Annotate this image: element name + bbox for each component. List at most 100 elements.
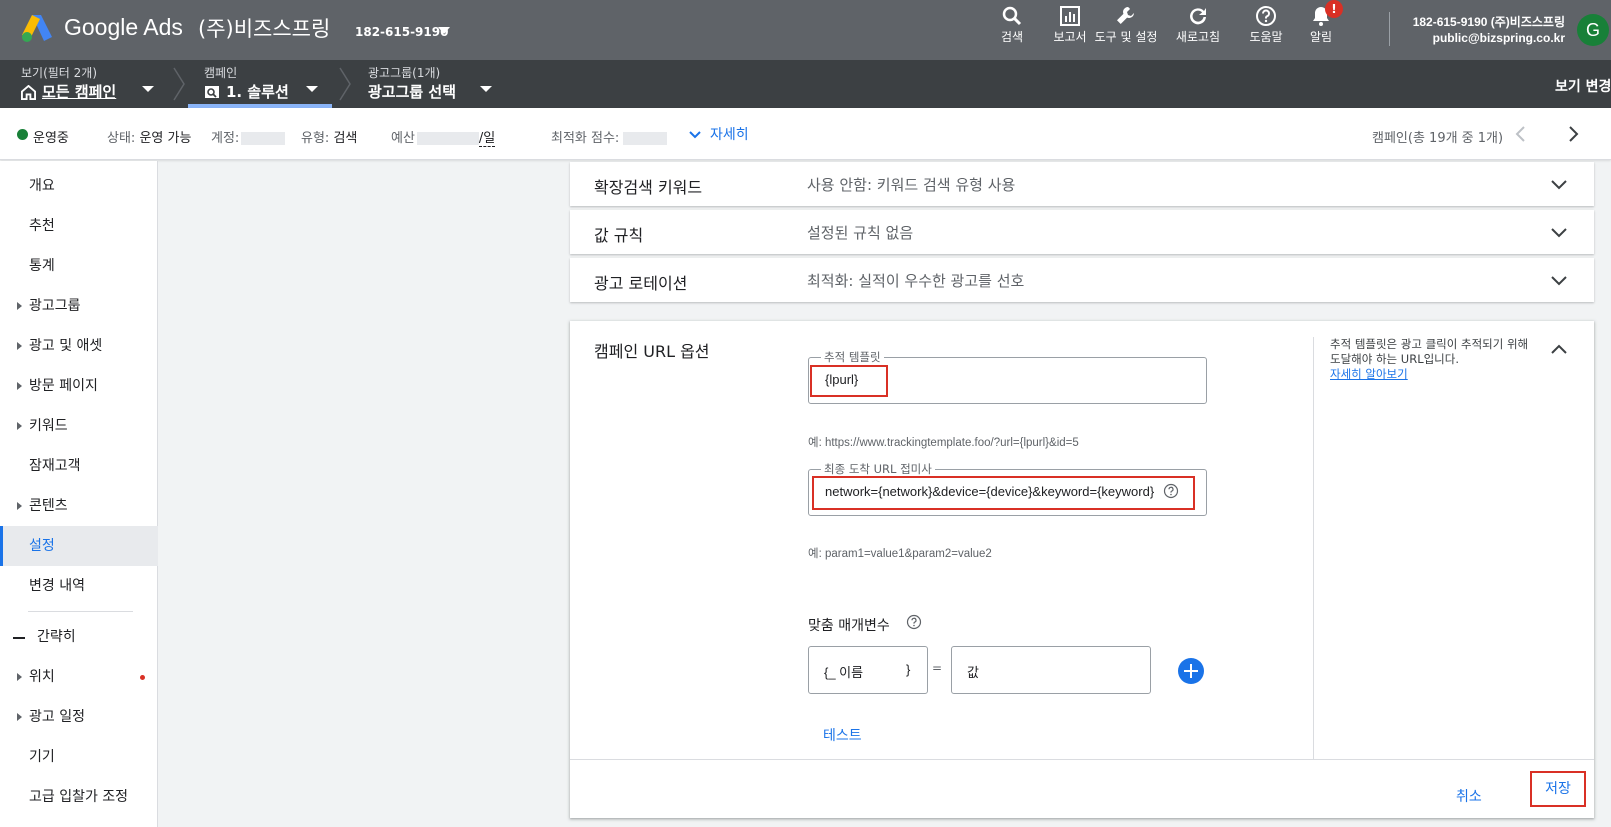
avatar[interactable]: G [1577, 14, 1609, 46]
previous-campaign-icon[interactable] [1509, 122, 1533, 146]
refresh-icon [1190, 8, 1206, 25]
chevron-down-icon [306, 86, 318, 92]
notifications-tool-button[interactable]: ! 알림 [1285, 0, 1357, 44]
expand-arrow-icon [17, 382, 22, 390]
reports-icon [1060, 6, 1080, 26]
help-icon [1256, 6, 1276, 26]
campaign-status-bar: 운영중 상태: 운영 가능 계정: 유형: 검색 예산/일 최적화 점수: 자세… [0, 108, 1611, 160]
sidebar-item-label: 광고 및 애셋 [29, 338, 103, 354]
sidebar-divider [28, 611, 133, 612]
search-campaign-icon [205, 86, 219, 98]
sidebar: 개요 추천 통계 광고그룹 광고 및 애셋 방문 페이지 키워드 잠재고객 콘텐… [0, 161, 158, 827]
custom-params-label: 맞춤 매개변수 [808, 618, 890, 634]
suffix-example: 예: param1=value1&param2=value2 [808, 548, 992, 560]
account-key: 계정: [211, 131, 240, 146]
panel-title: 캠페인 URL 옵션 [594, 342, 710, 361]
sidebar-item-recommendations[interactable]: 추천 [0, 206, 158, 246]
expand-arrow-icon [17, 302, 22, 310]
account-id[interactable]: 182-615-9190 [355, 25, 448, 39]
view-filter-crumb[interactable]: 보기(필터 2개) 모든 캠페인 [21, 66, 154, 102]
sidebar-item-audiences[interactable]: 잠재고객 [0, 446, 158, 486]
account-switcher-caret-icon[interactable] [438, 27, 450, 34]
adgroup-crumb[interactable]: 광고그룹(1개) 광고그룹 선택 [368, 66, 492, 102]
sidebar-item-locations[interactable]: 위치 [0, 657, 158, 697]
field-label: 추적 템플릿 [821, 350, 884, 364]
sidebar-item-label: 고급 입찰가 조정 [29, 789, 129, 805]
highlight-box [810, 365, 888, 397]
type-key: 유형: [301, 131, 330, 146]
type-value: 검색 [333, 131, 358, 146]
expand-arrow-icon [17, 673, 22, 681]
campaign-crumb[interactable]: 캠페인 1. 솔루션 [204, 66, 318, 102]
status-dot-icon [17, 129, 28, 140]
sidebar-item-devices[interactable]: 기기 [0, 737, 158, 777]
sidebar-item-ad-schedule[interactable]: 광고 일정 [0, 697, 158, 737]
optimization-score-label: 최적화 점수: [551, 127, 668, 146]
tool-label: 알림 [1309, 30, 1333, 44]
sidebar-item-label: 키워드 [29, 418, 68, 434]
sidebar-item-adgroups[interactable]: 광고그룹 [0, 286, 158, 326]
alert-dot-icon [140, 675, 145, 680]
sidebar-item-advanced-bid-adjustments[interactable]: 고급 입찰가 조정 [0, 777, 158, 817]
sidebar-item-label: 위치 [29, 669, 55, 685]
setting-title: 확장검색 키워드 [594, 178, 703, 197]
google-ads-logo[interactable] [20, 13, 54, 43]
chevron-down-icon[interactable] [1550, 272, 1568, 290]
account-id-name: 182-615-9190 (주)비즈스프링 [1412, 15, 1565, 29]
notification-badge: ! [1325, 0, 1343, 18]
account-name[interactable]: (주)비즈스프링 [198, 13, 330, 43]
tracking-example: 예: https://www.trackingtemplate.foo/?url… [808, 437, 1079, 449]
chevron-down-icon[interactable] [688, 128, 702, 142]
setting-row-broad-match[interactable]: 확장검색 키워드 사용 안함: 키워드 검색 유형 사용 [570, 162, 1594, 206]
help-panel: 추적 템플릿은 광고 클릭이 추적되기 위해 도달해야 하는 URL입니다. 자… [1330, 337, 1540, 382]
sidebar-item-label: 추천 [29, 218, 55, 234]
learn-more-link[interactable]: 자세히 알아보기 [1330, 367, 1540, 382]
sidebar-item-change-history[interactable]: 변경 내역 [0, 566, 158, 606]
refresh-tool-button[interactable]: 새로고침 [1162, 4, 1234, 44]
sidebar-item-label: 잠재고객 [29, 458, 81, 474]
chevron-down-icon[interactable] [1550, 224, 1568, 242]
brand-name: Google Ads [64, 14, 183, 40]
expand-arrow-icon [17, 342, 22, 350]
setting-row-value-rules[interactable]: 값 규칙 설정된 규칙 없음 [570, 210, 1594, 254]
param-name-input[interactable]: {_ 이름 } [808, 646, 928, 694]
crumb-label: 광고그룹(1개) [368, 66, 441, 80]
sidebar-item-overview[interactable]: 개요 [0, 166, 158, 206]
budget-suffix: /일 [478, 131, 496, 147]
test-button[interactable]: 테스트 [823, 725, 862, 745]
sidebar-item-label: 설정 [29, 538, 55, 554]
field-label: 최종 도착 URL 접미사 [821, 462, 935, 476]
panel-footer-divider [570, 759, 1594, 760]
sidebar-item-content[interactable]: 콘텐츠 [0, 486, 158, 526]
details-link[interactable]: 자세히 [710, 124, 749, 144]
sidebar-item-label: 통계 [29, 258, 55, 274]
sidebar-item-keywords[interactable]: 키워드 [0, 406, 158, 446]
chevron-up-icon[interactable] [1550, 340, 1568, 358]
tool-label: 새로고침 [1175, 30, 1221, 44]
view-change-button[interactable]: 보기 변경 [1555, 76, 1611, 96]
param-value-input[interactable]: 값 [951, 646, 1151, 694]
redacted-value [623, 132, 668, 145]
account-label: 계정: [211, 127, 286, 146]
sidebar-item-insights[interactable]: 통계 [0, 246, 158, 286]
save-button[interactable]: 저장 [1530, 771, 1586, 807]
opt-key: 최적화 점수: [551, 131, 620, 146]
sidebar-item-settings[interactable]: 설정 [0, 526, 158, 566]
tools-settings-button[interactable]: 도구 및 설정 [1090, 4, 1162, 44]
setting-value: 최적화: 실적이 우수한 광고를 선호 [807, 272, 1025, 290]
next-campaign-icon[interactable] [1561, 122, 1585, 146]
sidebar-item-landing-pages[interactable]: 방문 페이지 [0, 366, 158, 406]
cancel-button[interactable]: 취소 [1456, 786, 1482, 806]
expand-arrow-icon [17, 502, 22, 510]
tool-label: 도구 및 설정 [1094, 30, 1158, 44]
sidebar-item-ads-assets[interactable]: 광고 및 애셋 [0, 326, 158, 366]
help-text: 추적 템플릿은 광고 클릭이 추적되기 위해 도달해야 하는 URL입니다. [1330, 337, 1529, 366]
account-email: public@bizspring.co.kr [1432, 31, 1565, 45]
help-circle-icon[interactable] [906, 614, 922, 630]
setting-row-ad-rotation[interactable]: 광고 로테이션 최적화: 실적이 우수한 광고를 선호 [570, 258, 1594, 302]
budget-label[interactable]: 예산/일 [391, 127, 496, 147]
chevron-down-icon[interactable] [1550, 176, 1568, 194]
add-param-button[interactable] [1178, 658, 1204, 684]
account-info[interactable]: 182-615-9190 (주)비즈스프링 public@bizspring.c… [1413, 14, 1565, 46]
expand-arrow-icon [17, 713, 22, 721]
